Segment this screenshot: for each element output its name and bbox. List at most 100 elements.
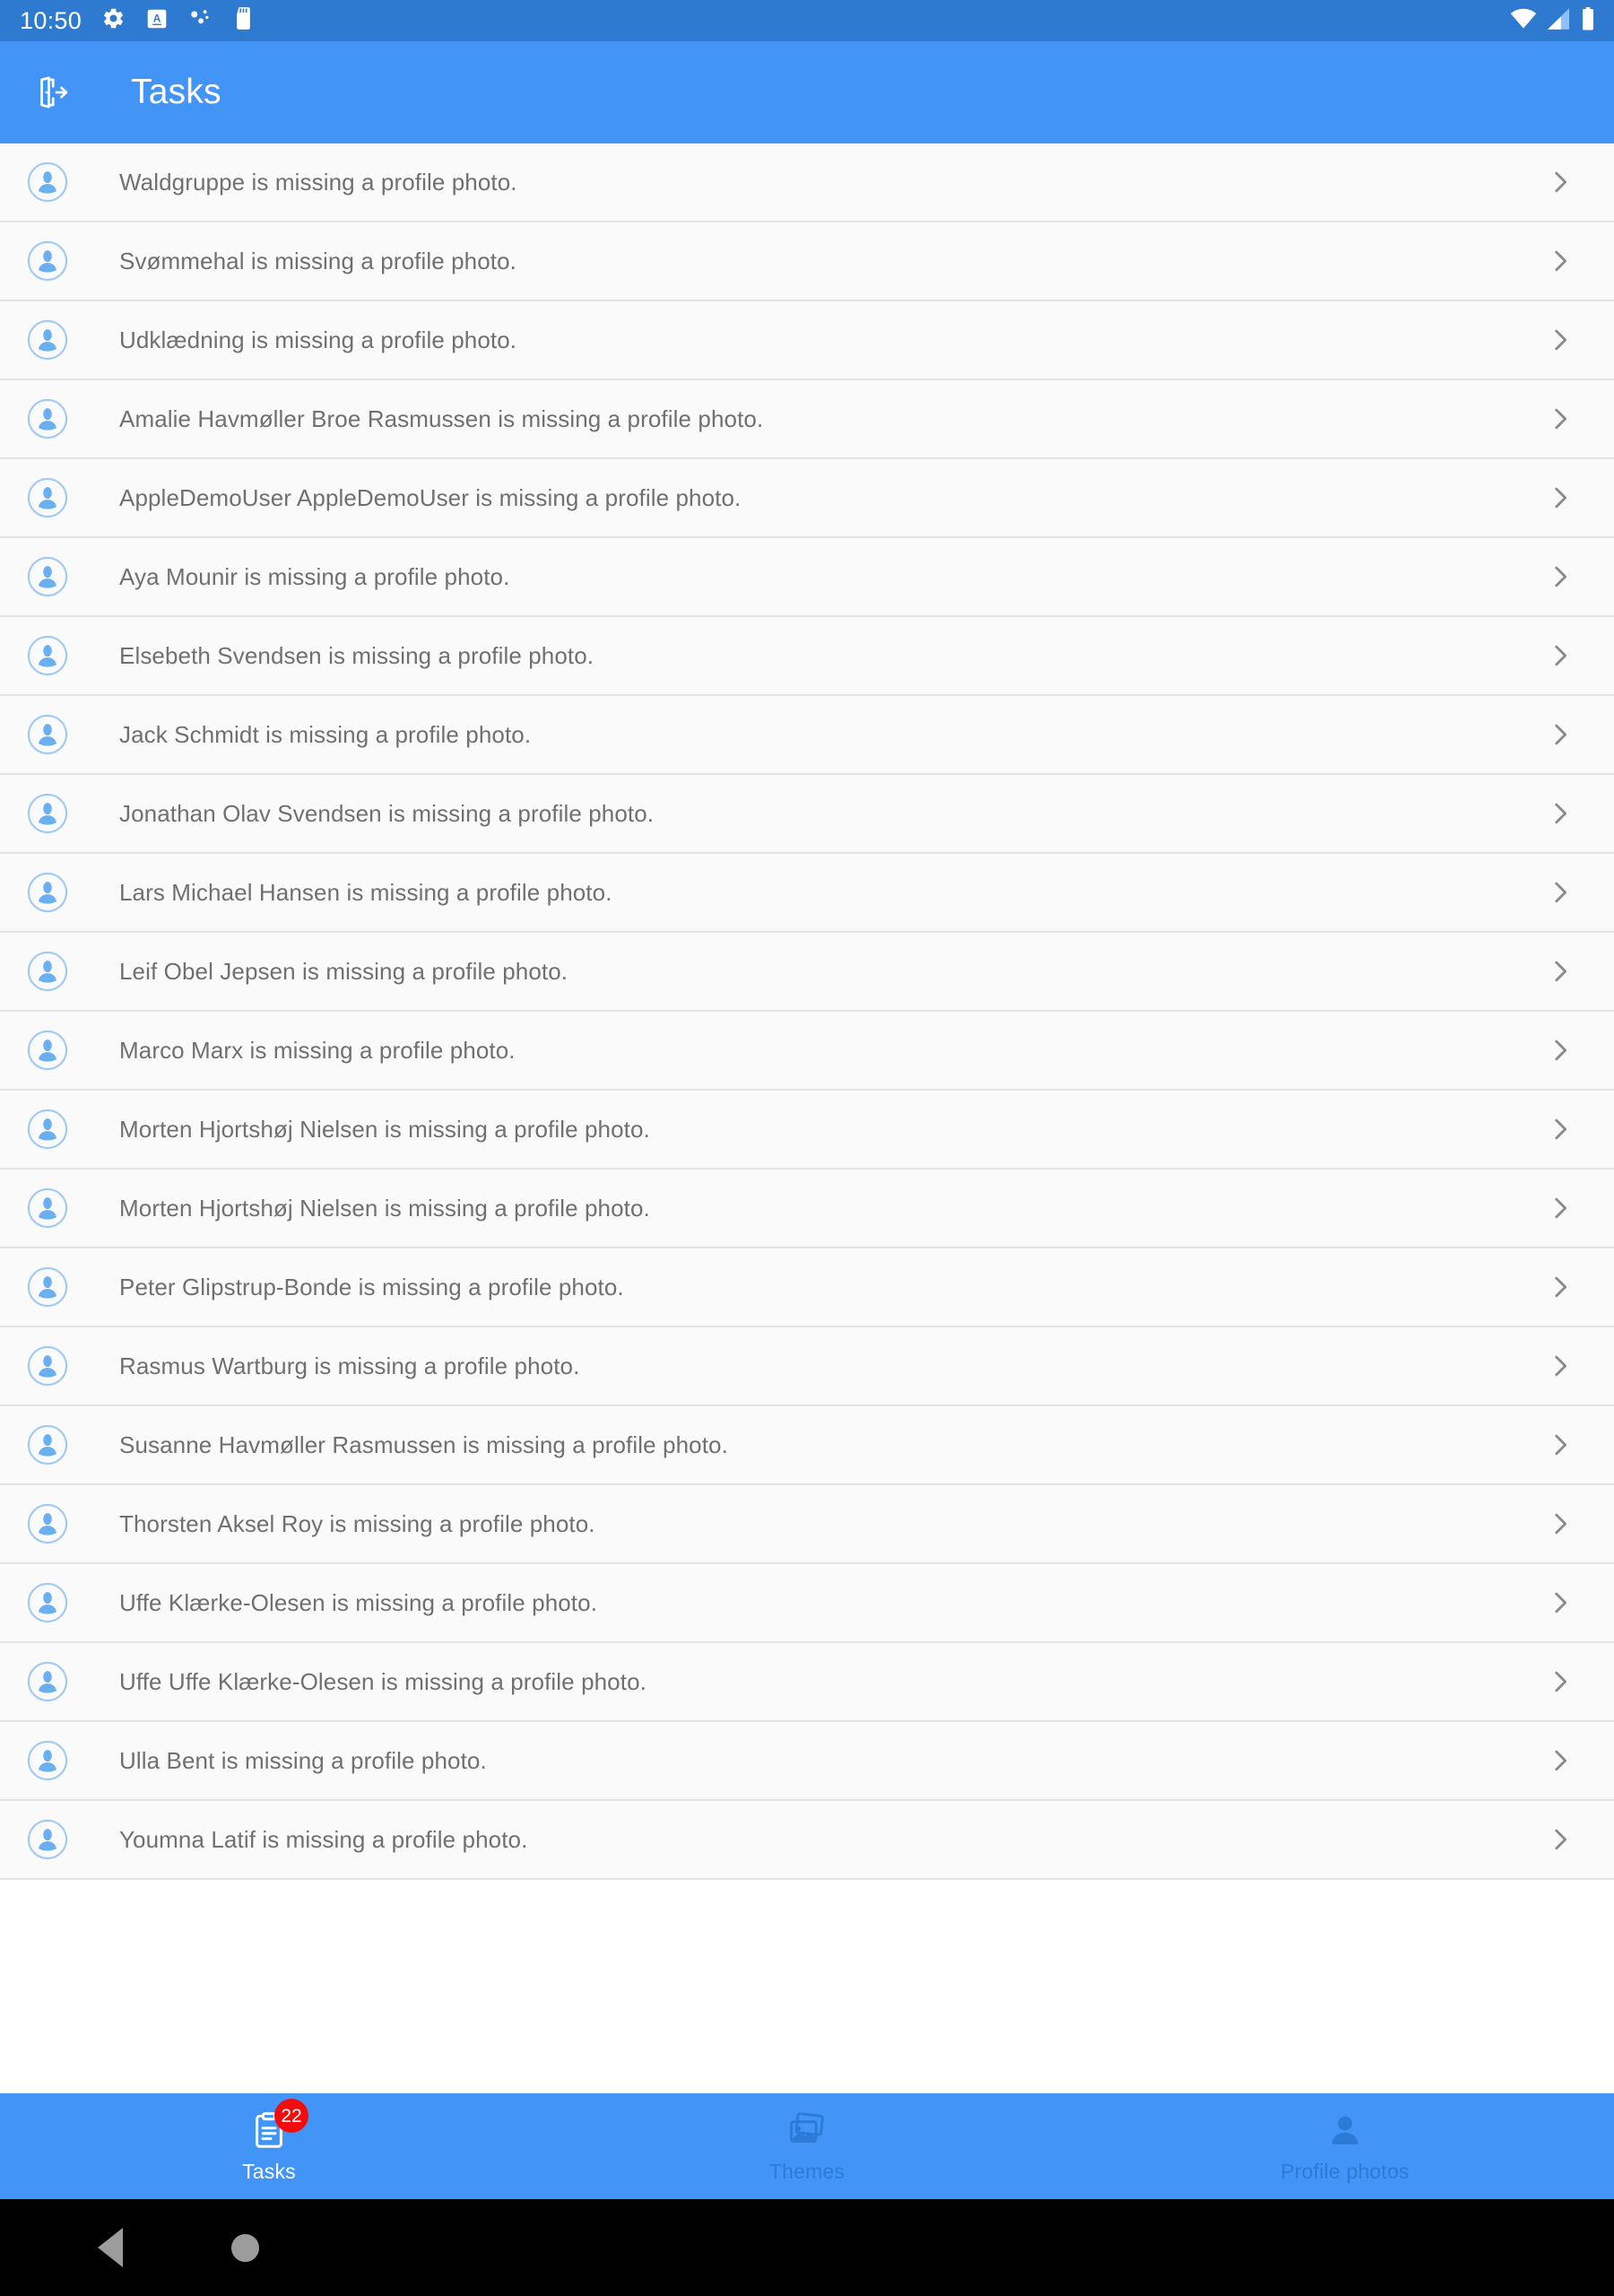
task-item-label: Lars Michael Hansen is missing a profile… [119, 878, 612, 906]
task-item-label: Jack Schmidt is missing a profile photo. [119, 720, 532, 748]
task-list-item[interactable]: Marco Marx is missing a profile photo. [0, 1012, 1614, 1091]
chevron-right-icon[interactable] [1542, 1664, 1578, 1700]
task-item-label: Uffe Uffe Klærke-Olesen is missing a pro… [119, 1667, 646, 1695]
clipboard-icon: 22 [247, 2099, 308, 2153]
gear-icon [101, 6, 126, 35]
person-avatar-icon [27, 1345, 68, 1387]
person-avatar-icon [27, 240, 68, 282]
task-item-label: AppleDemoUser AppleDemoUser is missing a… [119, 483, 742, 511]
task-list-item[interactable]: Morten Hjortshøj Nielsen is missing a pr… [0, 1170, 1614, 1248]
chevron-right-icon[interactable] [1542, 322, 1578, 358]
task-list-item[interactable]: Waldgruppe is missing a profile photo. [0, 144, 1614, 222]
task-list-item[interactable]: Thorsten Aksel Roy is missing a profile … [0, 1485, 1614, 1564]
chevron-right-icon[interactable] [1542, 953, 1578, 989]
task-list-item[interactable]: Leif Obel Jepsen is missing a profile ph… [0, 933, 1614, 1012]
chevron-right-icon[interactable] [1542, 717, 1578, 752]
task-list-item[interactable]: Elsebeth Svendsen is missing a profile p… [0, 617, 1614, 696]
task-item-label: Morten Hjortshøj Nielsen is missing a pr… [119, 1115, 650, 1143]
person-avatar-icon [27, 1187, 68, 1229]
android-status-bar: 10:50 A [0, 0, 1614, 41]
person-icon [1323, 2109, 1367, 2153]
task-item-label: Aya Mounir is missing a profile photo. [119, 562, 510, 590]
task-item-label: Susanne Havmøller Rasmussen is missing a… [119, 1431, 728, 1458]
chevron-right-icon[interactable] [1542, 1743, 1578, 1779]
task-list-item[interactable]: Amalie Havmøller Broe Rasmussen is missi… [0, 380, 1614, 459]
chevron-right-icon[interactable] [1542, 480, 1578, 516]
chevron-right-icon[interactable] [1542, 1032, 1578, 1068]
task-list-item[interactable]: Lars Michael Hansen is missing a profile… [0, 854, 1614, 933]
chevron-right-icon[interactable] [1542, 401, 1578, 437]
task-item-label: Youmna Latif is missing a profile photo. [119, 1825, 528, 1853]
chevron-right-icon[interactable] [1542, 1427, 1578, 1463]
chevron-right-icon[interactable] [1542, 1111, 1578, 1147]
person-avatar-icon [27, 556, 68, 597]
task-item-label: Peter Glipstrup-Bonde is missing a profi… [119, 1273, 624, 1300]
person-avatar-icon [27, 1582, 68, 1623]
bottom-nav-tab-themes[interactable]: Themes [538, 2093, 1076, 2199]
chevron-right-icon[interactable] [1542, 638, 1578, 674]
task-list-item[interactable]: Jonathan Olav Svendsen is missing a prof… [0, 775, 1614, 854]
list-empty-space [0, 1880, 1614, 2093]
bottom-navigation-bar: 22 Tasks Themes Profile photos [0, 2093, 1614, 2199]
chevron-right-icon[interactable] [1542, 164, 1578, 200]
back-triangle-icon[interactable] [70, 2207, 151, 2288]
person-avatar-icon [27, 161, 68, 203]
chevron-right-icon[interactable] [1542, 1506, 1578, 1542]
task-item-label: Rasmus Wartburg is missing a profile pho… [119, 1352, 580, 1379]
chevron-right-icon[interactable] [1542, 796, 1578, 831]
task-item-label: Leif Obel Jepsen is missing a profile ph… [119, 957, 568, 985]
task-list: Waldgruppe is missing a profile photo. S… [0, 144, 1614, 1880]
task-list-item[interactable]: Ulla Bent is missing a profile photo. [0, 1722, 1614, 1801]
task-item-label: Udklædning is missing a profile photo. [119, 326, 517, 353]
task-list-item[interactable]: Aya Mounir is missing a profile photo. [0, 538, 1614, 617]
logout-icon[interactable] [25, 65, 81, 120]
chevron-right-icon[interactable] [1542, 1190, 1578, 1226]
task-item-label: Elsebeth Svendsen is missing a profile p… [119, 641, 594, 669]
battery-icon [1582, 6, 1594, 35]
person-avatar-icon [27, 1030, 68, 1071]
task-list-item[interactable]: Uffe Uffe Klærke-Olesen is missing a pro… [0, 1643, 1614, 1722]
chevron-right-icon[interactable] [1542, 1348, 1578, 1384]
person-avatar-icon [27, 1266, 68, 1308]
bottom-nav-tab-profile-photos[interactable]: Profile photos [1076, 2093, 1614, 2199]
person-avatar-icon [27, 1661, 68, 1702]
person-avatar-icon [27, 1740, 68, 1781]
bottom-nav-tab-label: Profile photos [1280, 2160, 1410, 2183]
chevron-right-icon[interactable] [1542, 874, 1578, 910]
task-list-item[interactable]: AppleDemoUser AppleDemoUser is missing a… [0, 459, 1614, 538]
task-list-item[interactable]: Jack Schmidt is missing a profile photo. [0, 696, 1614, 775]
android-navigation-bar [0, 2199, 1614, 2296]
chevron-right-icon[interactable] [1542, 1822, 1578, 1857]
person-avatar-icon [27, 398, 68, 439]
task-item-label: Svømmehal is missing a profile photo. [119, 247, 516, 274]
chevron-right-icon[interactable] [1542, 1269, 1578, 1305]
phone-screen: 10:50 A Tasks Waldgruppe is missing a pr… [0, 0, 1614, 2296]
status-bar-right-group [1510, 6, 1594, 35]
task-list-item[interactable]: Svømmehal is missing a profile photo. [0, 222, 1614, 301]
home-circle-icon[interactable] [204, 2207, 285, 2288]
person-avatar-icon [27, 1424, 68, 1465]
chevron-right-icon[interactable] [1542, 559, 1578, 595]
task-list-item[interactable]: Rasmus Wartburg is missing a profile pho… [0, 1327, 1614, 1406]
keyboard-language-icon: A [145, 7, 169, 35]
task-list-item[interactable]: Morten Hjortshøj Nielsen is missing a pr… [0, 1091, 1614, 1170]
home-circle-shape [230, 2233, 259, 2262]
task-list-scroll-area[interactable]: Waldgruppe is missing a profile photo. S… [0, 144, 1614, 2093]
chevron-right-icon[interactable] [1542, 243, 1578, 279]
task-list-item[interactable]: Susanne Havmøller Rasmussen is missing a… [0, 1406, 1614, 1485]
person-avatar-icon [27, 635, 68, 676]
task-item-label: Uffe Klærke-Olesen is missing a profile … [119, 1588, 598, 1616]
task-list-item[interactable]: Uffe Klærke-Olesen is missing a profile … [0, 1564, 1614, 1643]
tab-badge-count: 22 [274, 2099, 308, 2133]
task-item-label: Waldgruppe is missing a profile photo. [119, 168, 517, 196]
task-item-label: Marco Marx is missing a profile photo. [119, 1036, 516, 1064]
page-title: Tasks [131, 73, 221, 111]
task-list-item[interactable]: Peter Glipstrup-Bonde is missing a profi… [0, 1248, 1614, 1327]
bottom-nav-tab-tasks[interactable]: 22 Tasks [0, 2093, 538, 2199]
bottom-nav-tab-label: Themes [768, 2160, 846, 2183]
chevron-right-icon[interactable] [1542, 1585, 1578, 1621]
task-list-item[interactable]: Youmna Latif is missing a profile photo. [0, 1801, 1614, 1880]
task-item-label: Ulla Bent is missing a profile photo. [119, 1746, 487, 1774]
person-avatar-icon [27, 793, 68, 834]
task-list-item[interactable]: Udklædning is missing a profile photo. [0, 301, 1614, 380]
